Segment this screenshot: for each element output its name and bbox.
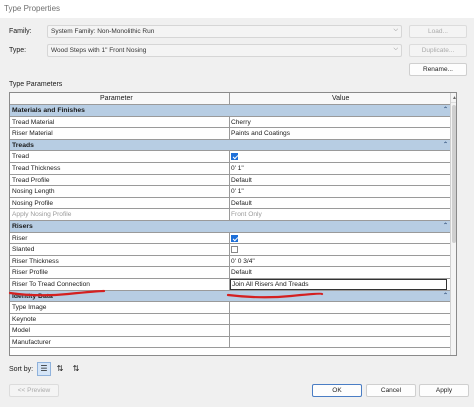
family-label: Family: — [9, 28, 32, 35]
table-row: Apply Nosing Profile Front Only — [10, 209, 450, 221]
ok-button[interactable]: OK — [312, 384, 362, 397]
param-name: Keynote — [12, 315, 37, 323]
table-row[interactable]: Model — [10, 325, 450, 337]
parameter-column-header[interactable]: Parameter — [100, 95, 133, 102]
type-label: Type: — [9, 47, 27, 54]
param-name: Riser — [12, 234, 28, 242]
group-sort-icon[interactable]: ☰ — [37, 362, 51, 376]
table-row[interactable]: Nosing Profile Default — [10, 197, 450, 210]
group-materials-and-finishes[interactable]: Materials and Finishes ⌃ — [10, 105, 450, 117]
table-row[interactable]: Tread Material Cherry — [10, 116, 450, 129]
rename-button[interactable]: Rename... — [409, 63, 467, 76]
preview-button[interactable]: << Preview — [9, 384, 59, 397]
param-value[interactable]: Default — [231, 177, 448, 184]
cancel-button[interactable]: Cancel — [366, 384, 416, 397]
param-name: Manufacturer — [12, 338, 51, 346]
param-name: Slanted — [12, 246, 35, 254]
table-row[interactable]: Keynote — [10, 313, 450, 326]
type-parameters-label: Type Parameters — [9, 81, 63, 88]
riser-checkbox[interactable] — [231, 234, 238, 242]
tread-checkbox[interactable] — [231, 153, 238, 161]
table-row[interactable]: Riser Material Paints and Coatings — [10, 128, 450, 140]
param-value[interactable]: 0' 1" — [231, 165, 448, 172]
table-row[interactable]: Nosing Length 0' 1" — [10, 186, 450, 198]
chevron-down-icon: ⌵ — [393, 46, 398, 52]
param-name: Riser Material — [12, 130, 53, 138]
table-row[interactable]: Riser Profile Default — [10, 267, 450, 279]
param-value[interactable]: 0' 0 3/4" — [231, 258, 448, 265]
param-value[interactable]: Paints and Coatings — [231, 130, 448, 137]
group-label: Treads — [12, 141, 34, 149]
param-name: Riser Thickness — [12, 257, 59, 265]
table-row[interactable]: Slanted — [10, 244, 450, 256]
table-row[interactable]: Tread Thickness 0' 1" — [10, 162, 450, 175]
table-row[interactable]: Riser — [10, 232, 450, 245]
param-name: Type Image — [12, 304, 47, 312]
table-row[interactable]: Type Image — [10, 302, 450, 314]
value-column-header[interactable]: Value — [332, 95, 349, 102]
double-chevron-up-icon[interactable]: ⌃ — [443, 106, 448, 113]
scrollbar-thumb[interactable] — [452, 105, 456, 243]
param-name: Riser Profile — [12, 269, 48, 277]
type-value: Wood Steps with 1" Front Nosing — [51, 47, 147, 54]
group-treads[interactable]: Treads ⌃ — [10, 139, 450, 152]
type-select[interactable]: Wood Steps with 1" Front Nosing ⌵ — [47, 44, 402, 57]
apply-button[interactable]: Apply — [419, 384, 469, 397]
param-name: Tread Profile — [12, 176, 50, 184]
param-value[interactable]: Default — [231, 200, 448, 207]
param-name: Riser To Tread Connection — [12, 280, 90, 288]
sort-descending-icon[interactable]: ⇅ — [69, 362, 83, 376]
param-value[interactable]: Cherry — [231, 119, 448, 126]
double-chevron-up-icon[interactable]: ⌃ — [443, 141, 448, 148]
vertical-scrollbar[interactable]: ▲ — [450, 93, 456, 355]
group-risers[interactable]: Risers ⌃ — [10, 220, 450, 233]
sort-ascending-icon[interactable]: ⇅ — [53, 362, 67, 376]
double-chevron-up-icon[interactable]: ⌃ — [443, 222, 448, 229]
family-value: System Family: Non-Monolithic Run — [51, 28, 155, 35]
param-name: Nosing Length — [12, 188, 55, 196]
param-value: Front Only — [231, 211, 262, 219]
param-name: Model — [12, 327, 30, 335]
type-parameters-grid: Parameter Value Materials and Finishes ⌃… — [9, 92, 457, 356]
chevron-down-icon: ⌵ — [393, 27, 398, 33]
group-identity-data[interactable]: Identity Data ⌃ — [10, 290, 450, 303]
double-chevron-up-icon[interactable]: ⌃ — [443, 292, 448, 299]
table-row[interactable]: Riser Thickness 0' 0 3/4" — [10, 255, 450, 268]
param-name: Tread Material — [12, 118, 55, 126]
window-title: Type Properties — [0, 0, 474, 18]
group-label: Risers — [12, 222, 33, 230]
group-label: Identity Data — [12, 292, 53, 300]
grid-header: Parameter Value — [10, 93, 450, 105]
family-select[interactable]: System Family: Non-Monolithic Run ⌵ — [47, 25, 402, 38]
scroll-up-icon[interactable]: ▲ — [451, 93, 456, 103]
param-name: Nosing Profile — [12, 199, 54, 207]
table-row[interactable]: Tread Profile Default — [10, 174, 450, 187]
table-row-selected[interactable]: Riser To Tread Connection Join All Risers… — [10, 278, 450, 291]
grid-body: Materials and Finishes ⌃ Tread Material C… — [10, 105, 450, 349]
slanted-checkbox[interactable] — [231, 246, 238, 254]
param-name: Tread Thickness — [12, 164, 61, 172]
group-label: Materials and Finishes — [12, 107, 85, 114]
table-row[interactable]: Manufacturer — [10, 336, 450, 349]
param-value-dropdown[interactable]: Join All Risers And Treads — [230, 278, 447, 290]
load-button[interactable]: Load... — [409, 25, 467, 38]
param-name: Tread — [12, 153, 29, 161]
sort-by-label: Sort by: — [9, 366, 34, 373]
param-name: Apply Nosing Profile — [12, 211, 72, 219]
duplicate-button[interactable]: Duplicate... — [409, 44, 467, 57]
param-value[interactable]: 0' 1" — [231, 188, 448, 195]
param-value[interactable]: Default — [231, 269, 448, 276]
table-row[interactable]: Tread — [10, 151, 450, 163]
